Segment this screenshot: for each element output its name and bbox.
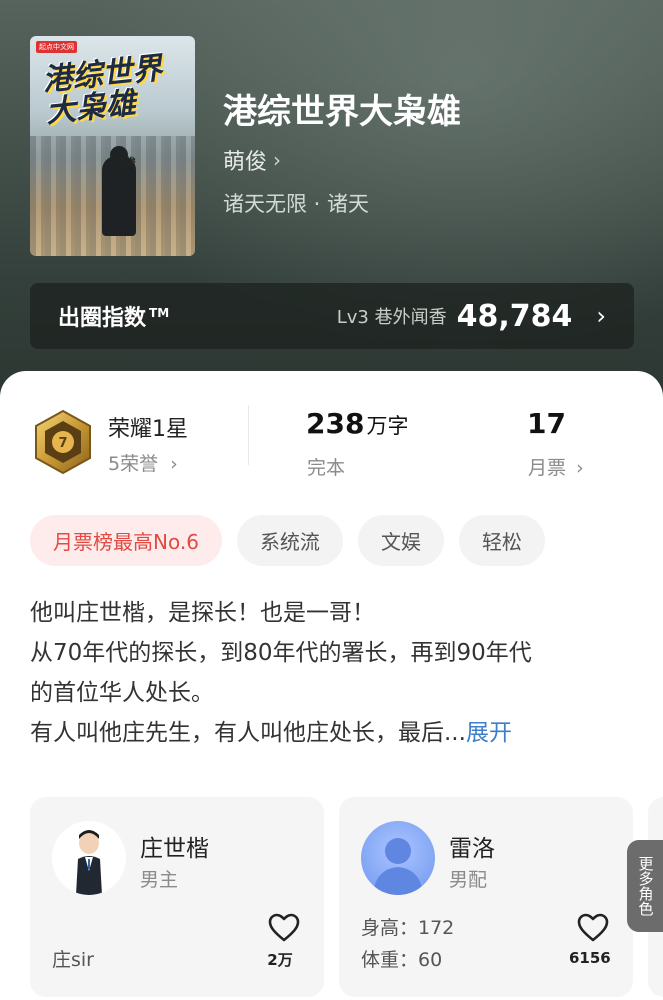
character-height: 身高：172 xyxy=(361,917,455,939)
index-level: Lv3 巷外闻香 xyxy=(336,307,447,328)
synopsis[interactable]: 他叫庄世楷，是探长！也是一哥！ 从70年代的探长，到80年代的署长，再到90年代… xyxy=(30,593,636,753)
index-score: 48,784 xyxy=(456,298,573,334)
svg-text:7: 7 xyxy=(58,436,67,451)
index-label: 出圈指数 TM xyxy=(58,305,170,331)
honor-title: 荣耀1星 xyxy=(108,417,188,442)
tag-list: 月票榜最高No.6 系统流 文娱 轻松 xyxy=(30,515,545,566)
book-title: 港综世界大枭雄 xyxy=(223,92,461,132)
honor-count: 5荣誉 xyxy=(108,453,159,475)
word-count: 238万字 xyxy=(306,407,409,440)
avatar xyxy=(361,821,435,895)
completion-status: 完本 xyxy=(307,457,346,479)
expand-link[interactable]: 展开 xyxy=(466,720,512,746)
tag-relaxed[interactable]: 轻松 xyxy=(458,515,545,566)
chevron-right-icon: › xyxy=(576,457,584,479)
cover-title: 港综世界大枭雄 xyxy=(40,50,164,131)
gold-badge-icon: 7 xyxy=(35,409,91,475)
book-genre: 诸天无限 · 诸天 xyxy=(223,192,370,216)
like-count: 2万 xyxy=(267,951,293,969)
synopsis-line: 的首位华人处长。 xyxy=(30,680,214,706)
word-count-unit: 万字 xyxy=(366,414,409,438)
synopsis-line: 从70年代的探长，到80年代的署长，再到90年代 xyxy=(30,640,532,666)
character-weight: 体重：60 xyxy=(361,949,443,971)
more-roles-button[interactable]: 更多角色 xyxy=(627,840,663,932)
tag-system[interactable]: 系统流 xyxy=(236,515,343,566)
like-count: 6156 xyxy=(569,949,611,967)
honor-link[interactable]: 5荣誉 › xyxy=(108,449,178,476)
character-card[interactable]: 雷洛 男配 身高：172 体重：60 6156 xyxy=(339,797,633,997)
synopsis-line: 有人叫他庄先生，有人叫他庄处长，最后...展开 xyxy=(30,720,512,746)
heart-outline-icon[interactable] xyxy=(268,913,300,943)
character-name: 雷洛 xyxy=(449,836,495,862)
cover-publisher: 起点中文网 xyxy=(36,41,77,53)
trademark-label: TM xyxy=(149,305,170,320)
index-right: Lv3 巷外闻香 48,784 › xyxy=(337,299,606,334)
popularity-index-bar[interactable]: 出圈指数 TM Lv3 巷外闻香 48,784 › xyxy=(30,283,634,349)
character-nickname: 庄sir xyxy=(52,949,94,971)
tag-rank[interactable]: 月票榜最高No.6 xyxy=(30,515,222,566)
chevron-right-icon: › xyxy=(170,453,178,475)
character-name: 庄世楷 xyxy=(140,836,209,862)
stats-divider xyxy=(248,405,249,465)
stats-row: 7 荣耀1星 5荣誉 › 238万字 完本 17 月票 › xyxy=(0,371,663,491)
avatar xyxy=(52,821,126,895)
author-link[interactable]: 萌俊 › xyxy=(223,144,281,176)
chevron-right-icon: › xyxy=(273,148,282,172)
author-name: 萌俊 xyxy=(223,150,268,175)
book-detail-card: 7 荣耀1星 5荣誉 › 238万字 完本 17 月票 › 月票榜最高No.6 … xyxy=(0,371,663,1000)
tag-entertainment[interactable]: 文娱 xyxy=(357,515,444,566)
monthly-votes-link[interactable]: 月票 › xyxy=(528,453,584,480)
cover-author: 萌俊 xyxy=(114,156,136,169)
book-header: 起点中文网 港综世界大枭雄 萌俊 港综世界大枭雄 萌俊 › 诸天无限 · 诸天 … xyxy=(0,0,663,400)
heart-outline-icon[interactable] xyxy=(577,913,609,943)
chevron-right-icon: › xyxy=(596,302,606,330)
monthly-votes-count: 17 xyxy=(527,407,566,440)
character-card[interactable]: 庄世楷 男主 庄sir 2万 xyxy=(30,797,324,997)
character-role: 男主 xyxy=(140,869,179,891)
monthly-votes-label: 月票 xyxy=(528,457,567,479)
character-role: 男配 xyxy=(449,869,488,891)
book-cover[interactable]: 起点中文网 港综世界大枭雄 萌俊 xyxy=(30,36,195,256)
synopsis-line: 他叫庄世楷，是探长！也是一哥！ xyxy=(30,600,375,626)
